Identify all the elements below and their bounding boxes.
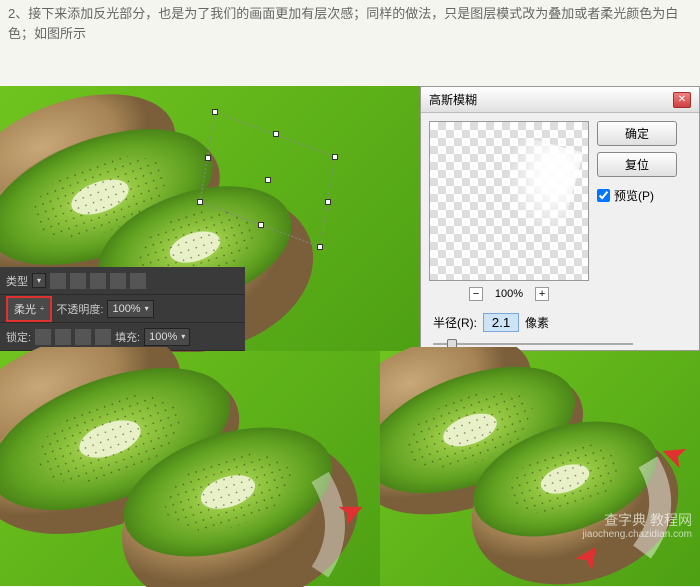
- zoom-in-button[interactable]: +: [535, 287, 549, 301]
- transform-handle[interactable]: [258, 222, 264, 228]
- radius-label: 半径(R):: [433, 314, 477, 331]
- ok-button[interactable]: 确定: [597, 121, 677, 146]
- opacity-value: 100%: [112, 303, 140, 315]
- lock-position-icon[interactable]: [75, 329, 91, 345]
- slider-track: [433, 343, 633, 345]
- photoshop-options-bar: 类型 ▾ 柔光 ÷ 不透明度: 100% ▾ 锁定: 填充:: [0, 267, 245, 351]
- type-label: 类型: [6, 273, 28, 289]
- opacity-label: 不透明度:: [56, 301, 103, 317]
- transform-handle[interactable]: [197, 199, 203, 205]
- fill-value: 100%: [149, 331, 177, 343]
- blend-mode-value: 柔光: [14, 301, 36, 317]
- transform-handle[interactable]: [205, 155, 211, 161]
- screenshot-composite: 类型 ▾ 柔光 ÷ 不透明度: 100% ▾ 锁定: 填充:: [0, 47, 700, 547]
- layer-filter-icon[interactable]: [130, 273, 146, 289]
- transform-bounding-box[interactable]: [195, 107, 345, 252]
- chevron-down-icon: ÷: [40, 304, 44, 313]
- close-icon: ✕: [678, 94, 686, 105]
- dialog-title: 高斯模糊: [429, 91, 477, 108]
- opacity-dropdown[interactable]: 100% ▾: [107, 300, 153, 318]
- layer-filter-icon[interactable]: [110, 273, 126, 289]
- preview-box[interactable]: [429, 121, 589, 281]
- type-dropdown[interactable]: ▾: [32, 273, 46, 288]
- preview-checkbox-label: 预览(P): [614, 187, 654, 204]
- zoom-value: 100%: [495, 288, 523, 300]
- cancel-button[interactable]: 复位: [597, 152, 677, 177]
- preview-content: [493, 134, 584, 239]
- transform-handle[interactable]: [273, 131, 279, 137]
- watermark-line2: jiaocheng.chazidian.com: [582, 529, 692, 541]
- lock-pixels-icon[interactable]: [55, 329, 71, 345]
- watermark-line1: 查字典 教程网: [582, 512, 692, 529]
- transform-handle[interactable]: [212, 109, 218, 115]
- lock-label: 锁定:: [6, 329, 31, 345]
- zoom-out-button[interactable]: −: [469, 287, 483, 301]
- chevron-down-icon: ▾: [145, 304, 149, 313]
- layer-filter-icon[interactable]: [90, 273, 106, 289]
- transform-handle[interactable]: [332, 154, 338, 160]
- chevron-down-icon: ▾: [181, 332, 185, 341]
- step-number: 2、: [8, 6, 28, 21]
- gaussian-blur-dialog: 高斯模糊 ✕ − 100% + 确定 复位 预览: [420, 86, 700, 351]
- layer-filter-icon[interactable]: [50, 273, 66, 289]
- lock-all-icon[interactable]: [95, 329, 111, 345]
- transform-handle[interactable]: [317, 244, 323, 250]
- lock-transparency-icon[interactable]: [35, 329, 51, 345]
- transform-handle[interactable]: [265, 177, 271, 183]
- preview-checkbox[interactable]: [597, 189, 610, 202]
- fill-label: 填充:: [115, 329, 140, 345]
- radius-input[interactable]: [483, 313, 519, 332]
- radius-unit: 像素: [525, 314, 549, 331]
- watermark: 查字典 教程网 jiaocheng.chazidian.com: [582, 512, 692, 541]
- kiwi-image-2: [0, 347, 380, 587]
- close-button[interactable]: ✕: [673, 92, 691, 108]
- fill-dropdown[interactable]: 100% ▾: [144, 328, 190, 346]
- blend-mode-dropdown[interactable]: 柔光 ÷: [6, 296, 52, 322]
- layer-filter-icon[interactable]: [70, 273, 86, 289]
- kiwi-image-3: [380, 347, 700, 587]
- instruction-text: 接下来添加反光部分，也是为了我们的画面更加有层次感；同样的做法，只是图层模式改为…: [8, 6, 678, 41]
- transform-handle[interactable]: [325, 199, 331, 205]
